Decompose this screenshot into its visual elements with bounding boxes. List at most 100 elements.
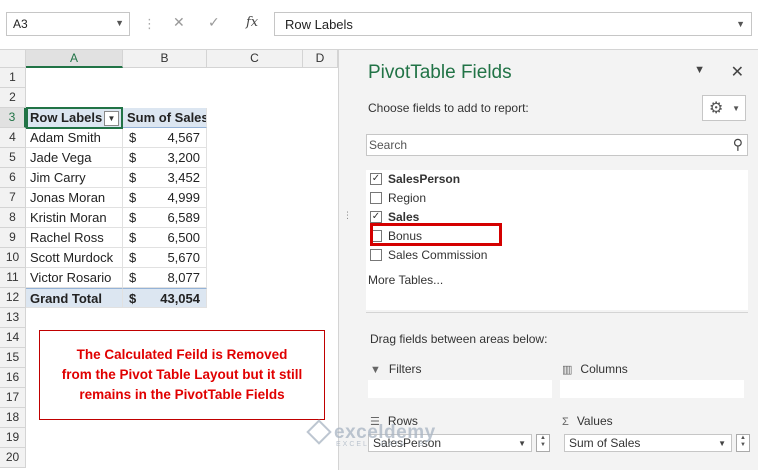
values-move-stepper[interactable]: ▲ ▼ <box>736 434 750 452</box>
row-header-3[interactable]: 3 <box>0 108 26 128</box>
chevron-down-icon[interactable]: ▼ <box>518 436 526 452</box>
checkbox-unchecked-icon[interactable] <box>370 230 382 242</box>
pivot-row-label[interactable]: Jonas Moran <box>26 188 123 208</box>
pivot-row-value[interactable]: $3,200 <box>123 148 207 168</box>
column-header-a[interactable]: A <box>26 50 123 68</box>
pivot-row-label[interactable]: Kristin Moran <box>26 208 123 228</box>
callout-line-2: from the Pivot Table Layout but it still <box>61 367 303 382</box>
drag-handle-icon[interactable]: ⋮ <box>143 16 156 32</box>
pivot-header-sum-of-sales-text: Sum of Sales <box>127 110 207 125</box>
sales-value: 4,999 <box>167 190 200 205</box>
column-header-d[interactable]: D <box>303 50 338 68</box>
enter-icon[interactable]: ✓ <box>208 14 220 31</box>
search-icon[interactable]: ⚲ <box>733 136 743 153</box>
formula-input[interactable]: Row Labels ▼ <box>274 12 752 36</box>
row-header-8[interactable]: 8 <box>0 208 26 228</box>
name-box[interactable]: A3 ▼ <box>6 12 130 36</box>
areas-divider <box>366 312 748 313</box>
values-field-chip[interactable]: Sum of Sales ▼ <box>564 434 732 452</box>
currency-symbol: $ <box>129 190 137 205</box>
row-header-11[interactable]: 11 <box>0 268 26 288</box>
row-header-9[interactable]: 9 <box>0 228 26 248</box>
sales-value: 6,589 <box>167 210 200 225</box>
filter-dropdown-icon[interactable]: ▼ <box>104 111 119 126</box>
pivot-row-value[interactable]: $8,077 <box>123 268 207 288</box>
row-header-2[interactable]: 2 <box>0 88 26 108</box>
pivot-row-label-text: Rachel Ross <box>30 230 104 245</box>
sales-value: 8,077 <box>167 270 200 285</box>
grand-total-label[interactable]: Grand Total <box>26 288 123 308</box>
formula-bar: A3 ▼ ⋮ ✕ ✓ fx Row Labels ▼ <box>0 0 758 50</box>
column-header-b[interactable]: B <box>123 50 207 68</box>
pane-splitter[interactable]: ⋮ <box>338 50 354 470</box>
grand-total-value[interactable]: $43,054 <box>123 288 207 308</box>
grand-total-label-text: Grand Total <box>30 291 102 306</box>
chevron-down-icon[interactable]: ▼ <box>115 18 124 28</box>
drag-fields-label: Drag fields between areas below: <box>370 332 548 346</box>
pane-options-icon[interactable]: ▼ <box>694 64 705 76</box>
filters-drop-zone[interactable] <box>368 380 552 398</box>
pivot-row-value[interactable]: $4,567 <box>123 128 207 148</box>
more-tables-link[interactable]: More Tables... <box>368 273 443 287</box>
values-chip-label: Sum of Sales <box>569 436 641 450</box>
row-header-4[interactable]: 4 <box>0 128 26 148</box>
column-header-c[interactable]: C <box>207 50 303 68</box>
pivot-row-label[interactable]: Rachel Ross <box>26 228 123 248</box>
pivot-row-label[interactable]: Jim Carry <box>26 168 123 188</box>
watermark-tagline: EXCEL · DATA · BI <box>336 441 429 448</box>
row-header-1[interactable]: 1 <box>0 68 26 88</box>
pivot-row-value[interactable]: $6,589 <box>123 208 207 228</box>
row-header-16[interactable]: 16 <box>0 368 26 388</box>
row-header-20[interactable]: 20 <box>0 448 26 468</box>
chevron-down-icon[interactable]: ▼ <box>736 19 745 29</box>
pivot-row-value[interactable]: $5,670 <box>123 248 207 268</box>
row-header-14[interactable]: 14 <box>0 328 26 348</box>
field-label: Bonus <box>388 229 423 243</box>
row-header-7[interactable]: 7 <box>0 188 26 208</box>
tools-button[interactable]: ⚙ ▼ <box>702 95 746 121</box>
row-header-5[interactable]: 5 <box>0 148 26 168</box>
rows-move-stepper[interactable]: ▲ ▼ <box>536 434 550 452</box>
chevron-down-icon[interactable]: ▼ <box>718 436 726 452</box>
checkbox-checked-icon[interactable]: ✓ <box>370 211 382 223</box>
currency-symbol: $ <box>129 270 137 285</box>
field-label: Sales <box>388 210 420 224</box>
pivot-row-label-text: Victor Rosario <box>30 270 112 285</box>
currency-symbol: $ <box>129 130 137 145</box>
row-header-10[interactable]: 10 <box>0 248 26 268</box>
sales-value: 43,054 <box>160 291 200 306</box>
columns-area-label: Columns <box>580 362 628 376</box>
row-header-13[interactable]: 13 <box>0 308 26 328</box>
pivot-row-label[interactable]: Victor Rosario <box>26 268 123 288</box>
pivot-row-label[interactable]: Scott Murdock <box>26 248 123 268</box>
pivot-row-value[interactable]: $3,452 <box>123 168 207 188</box>
currency-symbol: $ <box>129 150 137 165</box>
callout-line-1: The Calculated Feild is Removed <box>76 347 288 362</box>
formula-value: Row Labels <box>285 17 353 32</box>
row-header-19[interactable]: 19 <box>0 428 26 448</box>
columns-drop-zone[interactable] <box>560 380 744 398</box>
row-header-15[interactable]: 15 <box>0 348 26 368</box>
select-all-corner[interactable] <box>0 50 26 68</box>
cancel-icon[interactable]: ✕ <box>173 14 185 31</box>
row-header-12[interactable]: 12 <box>0 288 26 308</box>
pivot-header-sum-of-sales[interactable]: Sum of Sales <box>123 108 207 128</box>
pivot-row-label[interactable]: Adam Smith <box>26 128 123 148</box>
row-header-6[interactable]: 6 <box>0 168 26 188</box>
row-header-18[interactable]: 18 <box>0 408 26 428</box>
splitter-grip-icon[interactable]: ⋮ <box>343 210 352 221</box>
close-icon[interactable]: ✕ <box>731 62 744 82</box>
checkbox-unchecked-icon[interactable] <box>370 249 382 261</box>
pivot-row-label[interactable]: Jade Vega <box>26 148 123 168</box>
insert-function-icon[interactable]: fx <box>246 15 258 30</box>
pivot-row-value[interactable]: $6,500 <box>123 228 207 248</box>
values-area-label: Values <box>576 414 613 428</box>
pivot-row-label-text: Kristin Moran <box>30 210 107 225</box>
pivot-row-label-text: Scott Murdock <box>30 250 114 265</box>
checkbox-unchecked-icon[interactable] <box>370 192 382 204</box>
row-header-17[interactable]: 17 <box>0 388 26 408</box>
pivot-row-value[interactable]: $4,999 <box>123 188 207 208</box>
search-input[interactable]: Search ⚲ <box>366 134 748 156</box>
currency-symbol: $ <box>129 210 137 225</box>
checkbox-checked-icon[interactable]: ✓ <box>370 173 382 185</box>
